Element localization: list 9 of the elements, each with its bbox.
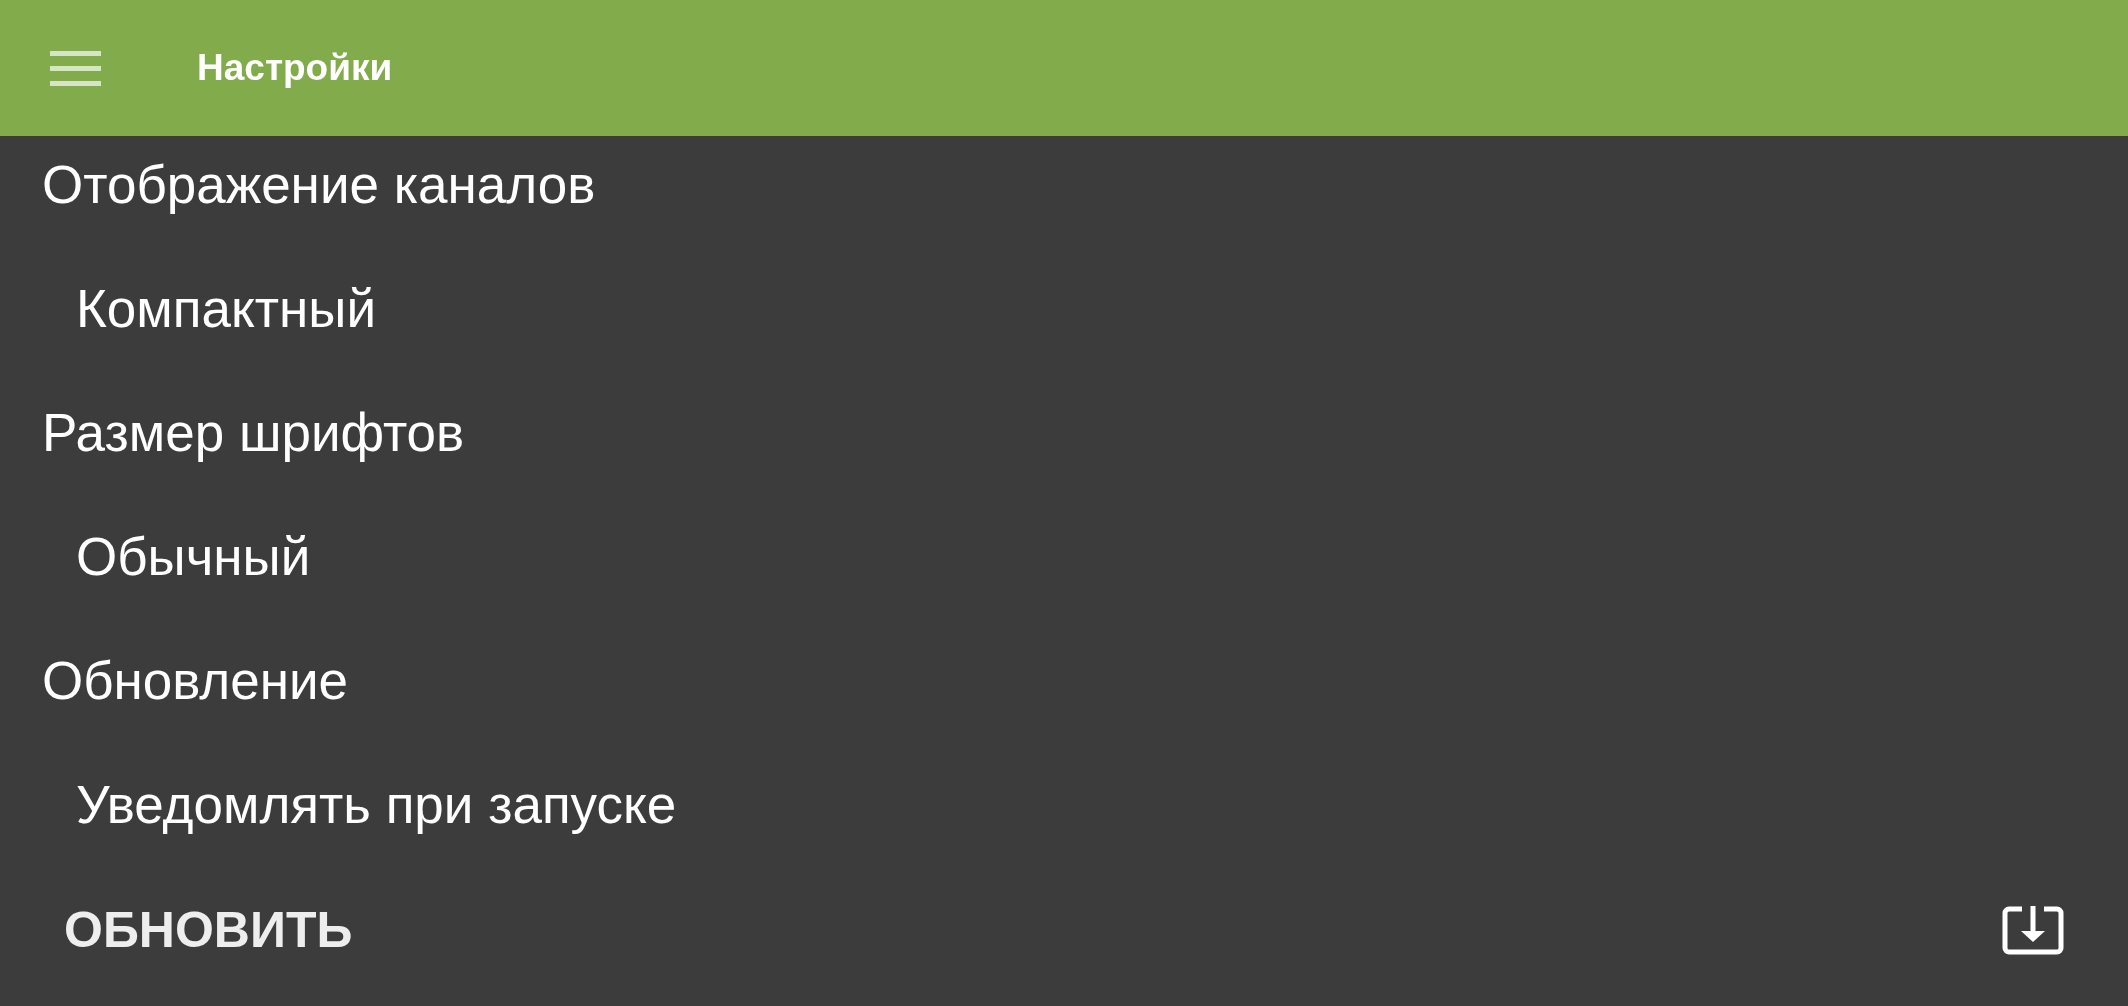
setting-title: Размер шрифтов <box>42 402 465 464</box>
setting-value[interactable]: Обычный <box>76 525 311 589</box>
update-button[interactable]: ОБНОВИТЬ <box>48 892 369 968</box>
app-bar-title: Настройки <box>197 46 393 90</box>
setting-value[interactable]: Уведомлять при запуске <box>76 773 677 837</box>
download-icon[interactable] <box>2002 905 2064 955</box>
setting-title: Обновление <box>42 650 349 712</box>
setting-value[interactable]: Компактный <box>76 277 376 341</box>
setting-title: Отображение каналов <box>42 154 596 216</box>
